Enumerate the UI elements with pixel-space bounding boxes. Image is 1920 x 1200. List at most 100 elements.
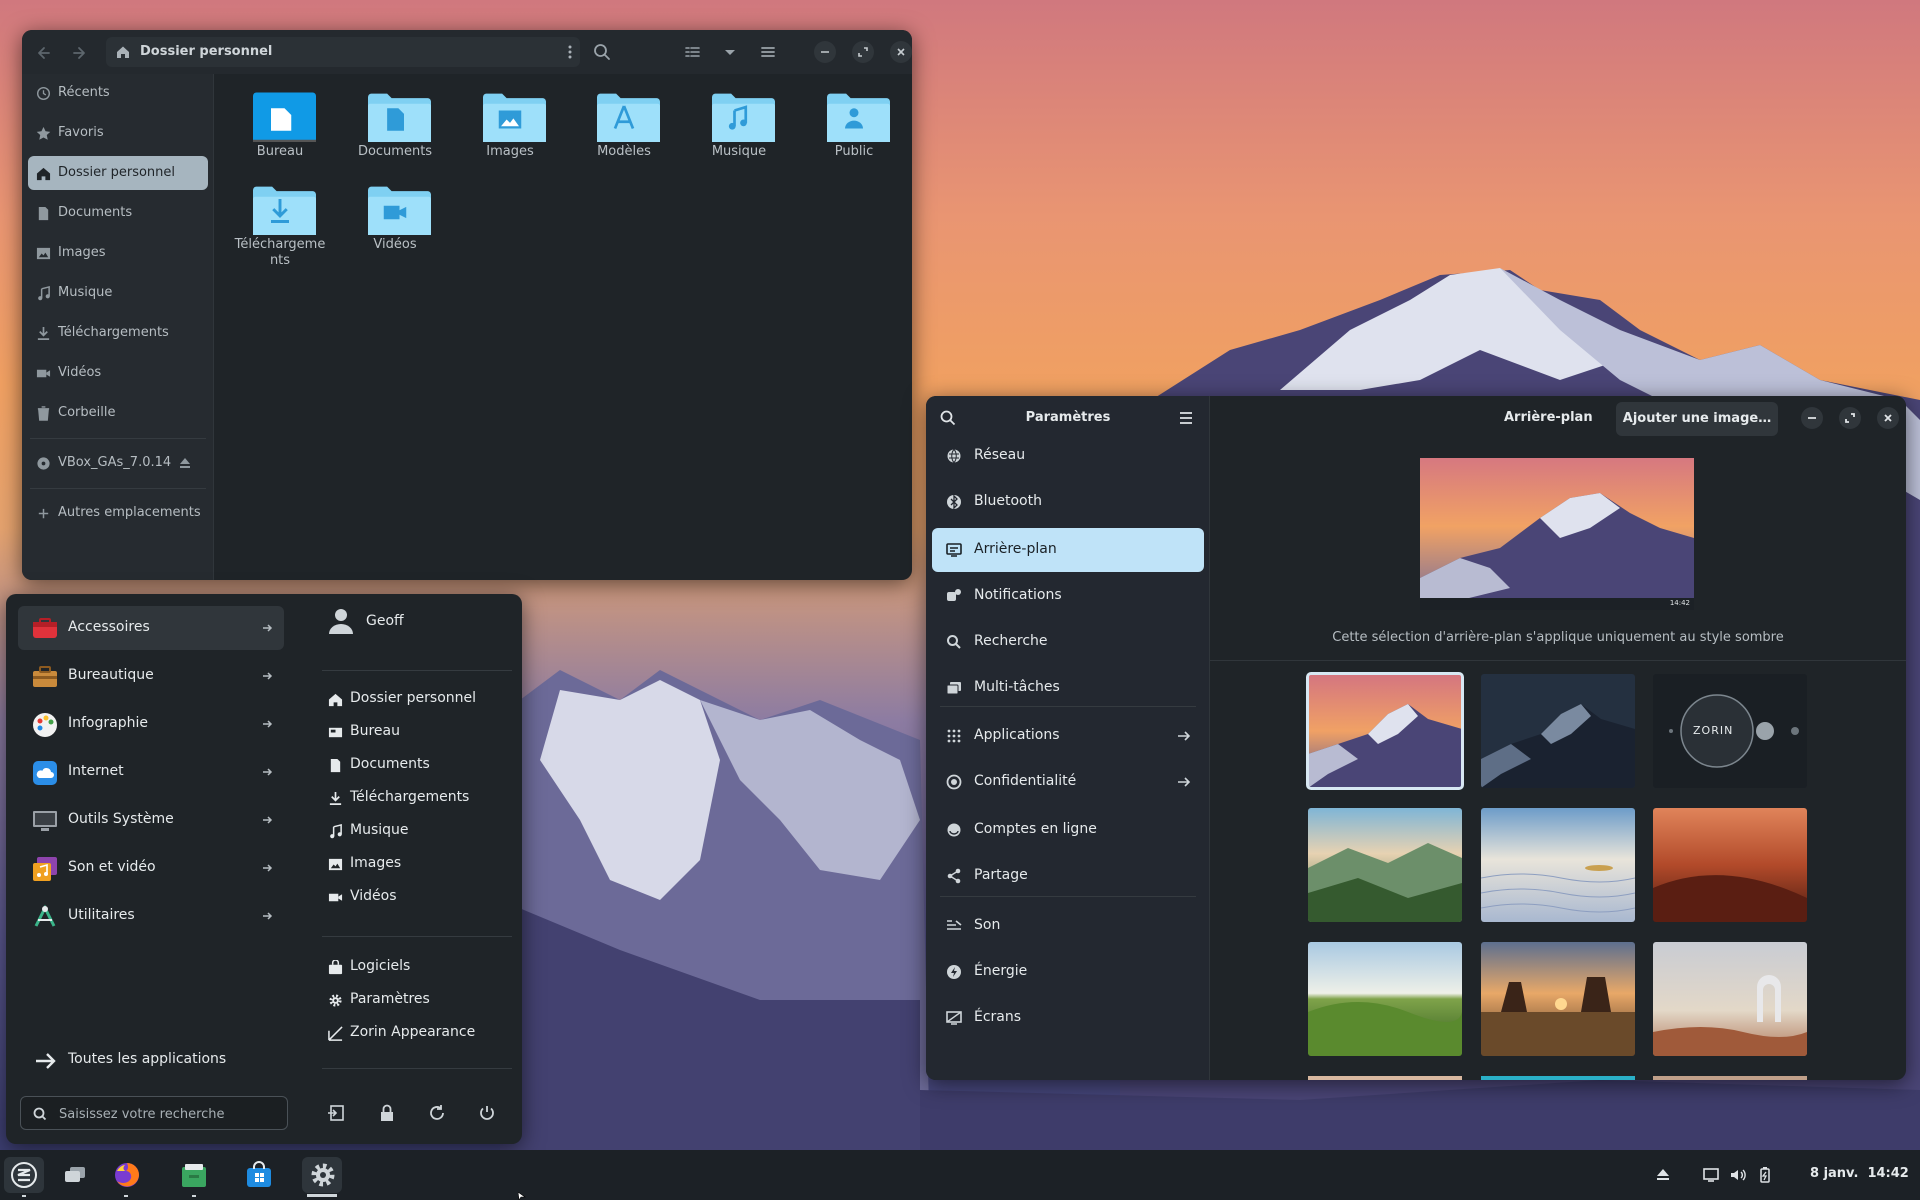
sidebar-item-videos[interactable]: Vidéos — [28, 356, 208, 390]
category-sound-video[interactable]: Son et vidéo — [18, 846, 284, 890]
wallpaper-thumb-desert-arch[interactable] — [1653, 942, 1807, 1056]
folder-item[interactable]: Vidéos — [345, 181, 445, 253]
sidebar-item-recents[interactable]: Récents — [28, 76, 208, 110]
folder-item[interactable]: Bureau — [230, 88, 330, 160]
folder-item[interactable]: Documents — [345, 88, 445, 160]
place-item[interactable]: Bureau — [322, 717, 512, 747]
hamburger-menu-icon[interactable] — [758, 42, 778, 62]
category-graphics[interactable]: Infographie — [18, 702, 284, 746]
category-accessories[interactable]: Accessoires — [18, 606, 284, 650]
maximize-button[interactable] — [1839, 407, 1861, 429]
search-icon[interactable] — [592, 42, 612, 62]
list-view-icon[interactable] — [682, 42, 702, 62]
lock-icon[interactable] — [374, 1100, 400, 1126]
place-item[interactable]: Téléchargements — [322, 783, 512, 813]
search-input[interactable] — [59, 1104, 279, 1124]
firefox-launcher[interactable] — [106, 1157, 146, 1197]
settings-nav-item[interactable]: Comptes en ligne — [932, 808, 1204, 852]
chevron-down-icon[interactable] — [720, 42, 740, 62]
settings-nav-item[interactable]: Applications — [932, 714, 1204, 758]
wallpaper-thumb-mountain-sunset[interactable] — [1306, 672, 1464, 790]
settings-nav-item[interactable]: Réseau — [932, 434, 1204, 478]
close-button[interactable] — [1877, 407, 1899, 429]
back-arrow-icon[interactable] — [34, 42, 56, 64]
power-icon[interactable] — [474, 1100, 500, 1126]
settings-nav-item[interactable]: Écrans — [932, 996, 1204, 1040]
eject-icon[interactable] — [1654, 1166, 1672, 1184]
kebab-menu-icon[interactable] — [568, 45, 572, 59]
settings-nav-item[interactable]: Confidentialité — [932, 760, 1204, 804]
system-app-item[interactable]: Zorin Appearance — [322, 1018, 512, 1048]
volume-icon[interactable] — [1729, 1166, 1747, 1184]
files-launcher[interactable] — [174, 1157, 214, 1197]
wallpaper-thumb-partial[interactable] — [1653, 1076, 1807, 1080]
place-item[interactable]: Documents — [322, 750, 512, 780]
system-app-item[interactable]: Paramètres — [322, 985, 512, 1015]
app-search-field[interactable] — [20, 1096, 288, 1130]
clock[interactable]: 8 janv. 14:42 — [1810, 1166, 1909, 1181]
sidebar-item-images[interactable]: Images — [28, 236, 208, 270]
settings-nav-item[interactable]: Arrière-plan — [932, 528, 1204, 572]
system-app-item[interactable]: Logiciels — [322, 952, 512, 982]
category-utilities[interactable]: Utilitaires — [18, 894, 284, 938]
category-office[interactable]: Bureautique — [18, 654, 284, 698]
sidebar-item-documents[interactable]: Documents — [28, 196, 208, 230]
wallpaper-thumb-partial[interactable] — [1481, 1076, 1635, 1080]
sidebar-item-vbox-disc[interactable]: VBox_GAs_7.0.14 — [28, 446, 208, 480]
workspaces-button[interactable] — [54, 1157, 94, 1193]
folder-item[interactable]: Musique — [689, 88, 789, 160]
sidebar-item-trash[interactable]: Corbeille — [28, 396, 208, 430]
hamburger-menu-icon[interactable] — [1178, 411, 1194, 425]
settings-nav-item[interactable]: Multi-tâches — [932, 666, 1204, 710]
place-item[interactable]: Vidéos — [322, 882, 512, 912]
minimize-button[interactable] — [1801, 407, 1823, 429]
place-item[interactable]: Dossier personnel — [322, 684, 512, 714]
folder-label: Images — [486, 144, 534, 159]
wallpaper-thumb-monument-valley[interactable] — [1481, 942, 1635, 1056]
settings-nav-item[interactable]: Son — [932, 904, 1204, 948]
wallpaper-thumb-zorin-logo[interactable]: ZORIN — [1653, 674, 1807, 788]
wallpaper-thumb-red-desert[interactable] — [1653, 808, 1807, 922]
sidebar-item-favorites[interactable]: Favoris — [28, 116, 208, 150]
path-bar[interactable]: Dossier personnel — [106, 37, 580, 67]
place-item[interactable]: Images — [322, 849, 512, 879]
minimize-button[interactable] — [814, 41, 836, 63]
zorin-menu-button[interactable] — [4, 1157, 44, 1197]
category-system-tools[interactable]: Outils Système — [18, 798, 284, 842]
wallpaper-thumb-partial[interactable] — [1308, 1076, 1462, 1080]
multimedia-icon — [33, 857, 57, 881]
settings-nav-item[interactable]: Bluetooth — [932, 480, 1204, 524]
settings-nav-item[interactable]: Énergie — [932, 950, 1204, 994]
category-internet[interactable]: Internet — [18, 750, 284, 794]
settings-nav-item[interactable]: Partage — [932, 854, 1204, 898]
settings-launcher[interactable] — [302, 1157, 342, 1197]
display-icon[interactable] — [1702, 1166, 1720, 1184]
eject-icon[interactable] — [178, 456, 192, 470]
wallpaper-thumb-green-valley[interactable] — [1308, 808, 1462, 922]
maximize-button[interactable] — [852, 41, 874, 63]
sidebar-item-music[interactable]: Musique — [28, 276, 208, 310]
restart-icon[interactable] — [424, 1100, 450, 1126]
sidebar-item-downloads[interactable]: Téléchargements — [28, 316, 208, 350]
settings-nav-item[interactable]: Recherche — [932, 620, 1204, 664]
sidebar-item-other-locations[interactable]: Autres emplacements — [28, 496, 208, 530]
wallpaper-thumb-mountain-night[interactable] — [1481, 674, 1635, 788]
add-image-button[interactable]: Ajouter une image… — [1616, 402, 1778, 436]
place-item[interactable]: Musique — [322, 816, 512, 846]
logout-icon[interactable] — [324, 1100, 350, 1126]
all-applications-button[interactable]: Toutes les applications — [18, 1038, 284, 1082]
settings-nav-item[interactable]: Notifications — [932, 574, 1204, 618]
sidebar-item-home[interactable]: Dossier personnel — [28, 156, 208, 190]
software-launcher[interactable] — [238, 1157, 278, 1193]
user-account[interactable]: Geoff — [322, 604, 512, 640]
forward-arrow-icon[interactable] — [68, 42, 90, 64]
folder-item[interactable]: Public — [804, 88, 904, 160]
arrow-right-icon — [263, 864, 273, 872]
wallpaper-thumb-white-dunes[interactable] — [1481, 808, 1635, 922]
battery-icon[interactable] — [1756, 1166, 1774, 1184]
close-button[interactable] — [890, 41, 912, 63]
folder-item[interactable]: Téléchargements — [230, 181, 330, 269]
folder-item[interactable]: Modèles — [574, 88, 674, 160]
folder-item[interactable]: Images — [460, 88, 560, 160]
wallpaper-thumb-green-hills[interactable] — [1308, 942, 1462, 1056]
